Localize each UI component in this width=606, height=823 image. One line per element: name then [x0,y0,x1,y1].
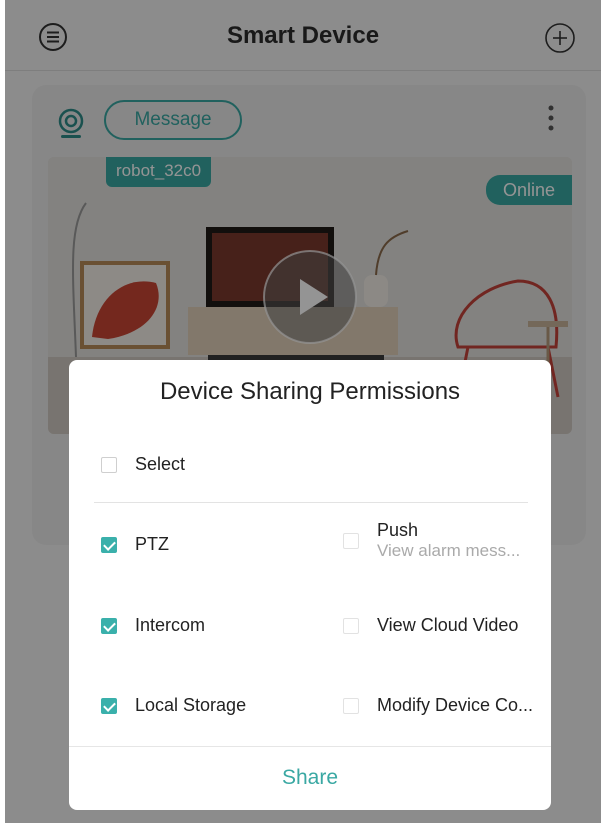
view-cloud-video-label: View Cloud Video [377,615,519,635]
sharing-permissions-dialog: Device Sharing Permissions Select PTZ Pu… [69,360,551,810]
modify-device-label: Modify Device Co... [377,695,534,715]
push-label: Push [377,520,419,540]
view-cloud-video-checkbox[interactable] [343,617,359,634]
local-storage-label: Local Storage [135,695,247,715]
select-all-option[interactable]: Select [101,454,185,475]
dialog-title: Device Sharing Permissions [159,378,461,405]
select-all-label: Select [135,454,186,474]
ptz-label: PTZ [135,534,169,554]
divider [94,502,528,503]
intercom-checkbox[interactable] [101,617,117,634]
local-storage-checkbox[interactable] [101,697,117,714]
modify-device-checkbox[interactable] [343,697,359,714]
push-checkbox[interactable] [343,532,359,549]
permission-modify-device[interactable]: Modify Device Co... [343,695,533,716]
intercom-label: Intercom [135,615,206,635]
permission-ptz[interactable]: PTZ [101,534,169,555]
select-all-checkbox[interactable] [101,456,117,473]
push-sublabel: View alarm mess... [377,541,521,560]
permission-push[interactable]: Push View alarm mess... [343,520,520,561]
permission-intercom[interactable]: Intercom [101,615,205,636]
ptz-checkbox[interactable] [101,536,117,553]
permission-local-storage[interactable]: Local Storage [101,695,246,716]
permission-view-cloud-video[interactable]: View Cloud Video [343,615,518,636]
share-button[interactable]: Share [69,746,551,810]
screen: Smart Device Message robot_32c0 Online D… [5,0,601,823]
